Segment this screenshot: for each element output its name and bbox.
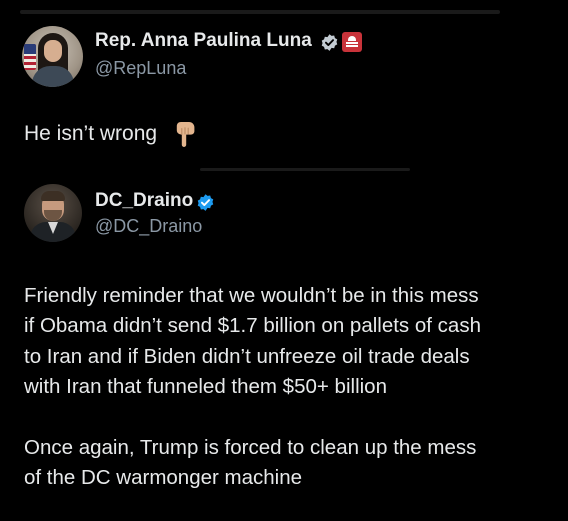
flag-canton (24, 44, 36, 54)
avatar-rep-luna[interactable] (22, 26, 83, 87)
quoted-text-line: Once again, Trump is forced to clean up … (24, 436, 477, 459)
quoted-text-line: Friendly reminder that we wouldn’t be in… (24, 284, 479, 307)
pointing-down-hand-icon (176, 122, 195, 147)
quoted-author-name[interactable]: DC_Draino (95, 190, 193, 212)
quoted-text-line: with Iran that funneled them $50+ billio… (24, 375, 387, 398)
government-building-icon (342, 32, 362, 52)
quote-divider (200, 168, 410, 171)
avatar-hair (41, 191, 65, 201)
avatar-face (44, 40, 62, 62)
quoted-text-line: to Iran and if Biden didn’t unfreeze oil… (24, 345, 470, 368)
verified-icon (321, 34, 338, 51)
columns-shape (346, 42, 358, 47)
quoted-author-handle[interactable]: @DC_Draino (95, 216, 202, 237)
post-text: He isn’t wrong (24, 122, 158, 145)
quoted-text-line: of the DC warmonger machine (24, 466, 303, 489)
dome-shape (348, 36, 356, 41)
author-name[interactable]: Rep. Anna Paulina Luna (95, 30, 312, 52)
avatar-dc-draino[interactable] (24, 184, 82, 242)
top-divider (20, 10, 500, 14)
author-handle[interactable]: @RepLuna (95, 58, 186, 79)
quoted-text-line: if Obama didn’t send $1.7 billion on pal… (24, 314, 481, 337)
verified-icon (197, 194, 214, 211)
